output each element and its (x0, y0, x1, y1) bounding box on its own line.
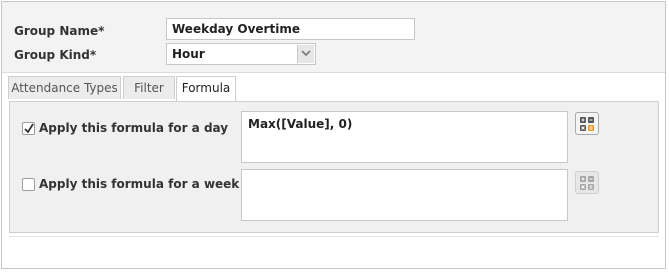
day-formula-input[interactable]: Max([Value], 0) (241, 111, 568, 163)
group-kind-value: Hour (172, 47, 205, 61)
calculator-icon (580, 176, 594, 190)
group-header: Group Name* Weekday Overtime Group Kind*… (2, 2, 665, 73)
apply-day-checkbox[interactable] (22, 122, 35, 135)
tab-filter[interactable]: Filter (123, 76, 175, 99)
day-formula-editor-button[interactable] (575, 112, 599, 135)
group-editor-window: Group Name* Weekday Overtime Group Kind*… (1, 1, 666, 269)
chevron-down-icon[interactable] (297, 45, 314, 63)
group-name-label: Group Name* (14, 24, 105, 38)
group-kind-select[interactable]: Hour (166, 43, 316, 65)
group-kind-label: Group Kind* (14, 48, 97, 62)
apply-day-label: Apply this formula for a day (39, 121, 229, 135)
apply-week-label: Apply this formula for a week (39, 177, 240, 191)
formula-panel: Apply this formula for a day Max([Value]… (9, 101, 659, 233)
tab-attendance-types[interactable]: Attendance Types (8, 76, 121, 99)
group-name-input[interactable]: Weekday Overtime (166, 18, 415, 40)
footer-divider (9, 236, 659, 237)
week-formula-input[interactable] (241, 169, 568, 221)
apply-week-checkbox[interactable] (22, 178, 35, 191)
tab-formula[interactable]: Formula (176, 76, 236, 101)
calculator-icon (580, 117, 594, 131)
checkmark-icon (24, 123, 34, 134)
week-formula-editor-button[interactable] (575, 171, 599, 194)
